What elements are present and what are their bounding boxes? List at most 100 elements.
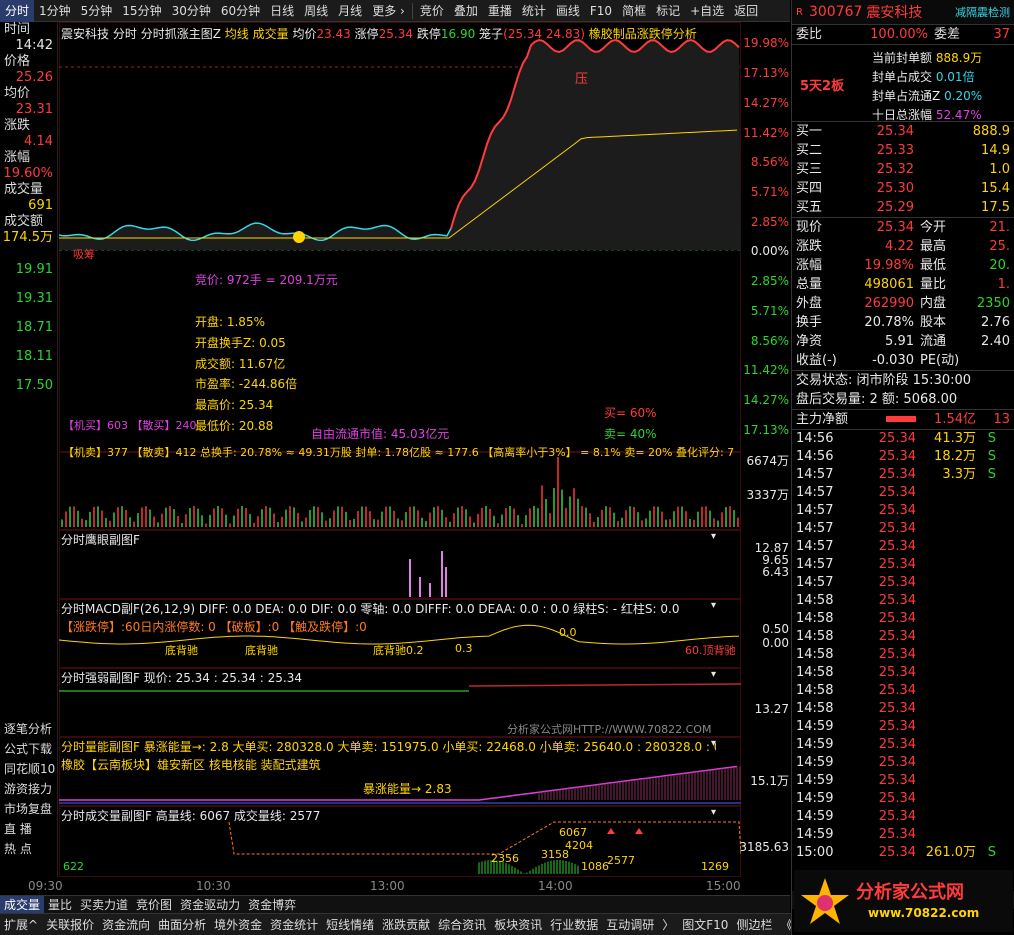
bid-row[interactable]: 买二 25.33 14.9 [792, 141, 1014, 160]
interactive-research[interactable]: 互动调研 [602, 916, 658, 933]
volume-bar [365, 506, 367, 527]
tick-price: 25.34 [878, 845, 916, 860]
surface-analysis[interactable]: 曲面分析 [154, 916, 210, 933]
volume-bar [277, 522, 279, 527]
side-tick-analysis[interactable]: 逐笔分析 [0, 719, 58, 739]
quote-label: 收益(-) [796, 353, 837, 368]
quote-value: 19.98% [864, 258, 914, 273]
bid-row[interactable]: 买三 25.32 1.0 [792, 160, 1014, 179]
side-formula-download[interactable]: 公式下载 [0, 739, 58, 759]
bid-row[interactable]: 买四 25.30 15.4 [792, 179, 1014, 198]
tick-row: 14:58 25.34 [792, 646, 1014, 664]
short-sentiment[interactable]: 短线情绪 [322, 916, 378, 933]
mark-button[interactable]: 标记 [651, 0, 685, 22]
tab-15min[interactable]: 15分钟 [117, 0, 166, 22]
volume-bar [429, 512, 431, 527]
vol2-collapse-icon[interactable]: ▾ [711, 807, 716, 818]
side-ths10[interactable]: 同花顺10 [0, 759, 58, 779]
strong-collapse-icon[interactable]: ▾ [711, 669, 716, 680]
energy-sectors: 橡胶【云南板块】雄安新区 核电核能 装配式建筑 [61, 758, 321, 772]
tab-volume[interactable]: 成交量 [0, 896, 45, 913]
vol2-note-1: 622 [63, 860, 84, 873]
side-hot-money[interactable]: 游资接力 [0, 779, 58, 799]
fund-stats[interactable]: 资金统计 [266, 916, 322, 933]
eagle-collapse-icon[interactable]: ▾ [711, 531, 716, 542]
volume-bar [445, 517, 447, 527]
tick-side [976, 520, 996, 538]
tick-time: 14:57 [796, 575, 834, 590]
tab-1min[interactable]: 1分钟 [34, 0, 76, 22]
volume-bar [73, 506, 75, 527]
tab-monthly[interactable]: 月线 [333, 0, 367, 22]
seal-row-2: 封单占成交 0.01倍 [872, 70, 975, 84]
tab-fund-drive[interactable]: 资金驱动力 [176, 896, 244, 913]
volume-bar [113, 512, 115, 527]
bid-row[interactable]: 买五 25.29 17.5 [792, 198, 1014, 217]
tab-vol-ratio[interactable]: 量比 [44, 896, 76, 913]
header-chart-name: 分时 [112, 27, 137, 41]
vol2-note-8: 1086 [581, 860, 609, 873]
sector-news[interactable]: 板块资讯 [490, 916, 546, 933]
general-news[interactable]: 综合资讯 [434, 916, 490, 933]
tick-price: 25.34 [878, 791, 916, 806]
divider [411, 2, 413, 19]
logo-icon [801, 878, 849, 924]
axis-tick: 5.71% [750, 185, 789, 199]
replay-button[interactable]: 重播 [483, 0, 517, 22]
tab-weekly[interactable]: 周线 [299, 0, 333, 22]
tick-time: 14:59 [796, 827, 834, 842]
volume-bar [329, 518, 331, 527]
after-hours: 盘后交易量: 2 额: 5068.00 [796, 392, 958, 407]
fund-flow[interactable]: 资金流向 [98, 916, 154, 933]
volume-bar [405, 512, 407, 527]
side-market-review[interactable]: 市场复盘 [0, 799, 58, 819]
overlay-button[interactable]: 叠加 [449, 0, 483, 22]
bid-label: 买四 [796, 181, 823, 196]
related-quote[interactable]: 关联报价 [42, 916, 98, 933]
energy-collapse-icon[interactable]: ▾ [711, 738, 716, 749]
macd-collapse-icon[interactable]: ▾ [711, 600, 716, 611]
bid-button[interactable]: 竞价 [415, 0, 449, 22]
tick-price: 25.34 [878, 557, 916, 572]
quote-row: 换手 20.78% 股本 2.76 [792, 313, 1014, 332]
simple-frame-button[interactable]: 简框 [617, 0, 651, 22]
tab-5min[interactable]: 5分钟 [76, 0, 118, 22]
industry-data[interactable]: 行业数据 [546, 916, 602, 933]
volume-bar [513, 508, 515, 527]
more-menu[interactable]: 更多 › [367, 0, 410, 22]
tab-auction[interactable]: 竞价图 [132, 896, 176, 913]
tick-price: 25.34 [878, 521, 916, 536]
volume-bar [725, 507, 727, 527]
tab-daily[interactable]: 日线 [265, 0, 299, 22]
foreign-fund[interactable]: 境外资金 [210, 916, 266, 933]
tab-30min[interactable]: 30分钟 [167, 0, 216, 22]
tab-fund-game[interactable]: 资金博弈 [244, 896, 300, 913]
stock-concept-tag[interactable]: 减隔震检测 [955, 4, 1010, 20]
scroll-right-button[interactable]: 〉 [658, 916, 678, 933]
axis-price-4: 18.11 [15, 349, 53, 364]
tab-buy-sell[interactable]: 买卖力道 [76, 896, 132, 913]
tick-side [976, 628, 996, 646]
sidebar-toggle[interactable]: 侧边栏 [732, 916, 776, 933]
back-button[interactable]: 返回 [729, 0, 763, 22]
axis-tick: 3337万 [746, 488, 789, 502]
volume-bar [605, 506, 607, 527]
side-live[interactable]: 直 播 [0, 819, 58, 839]
tab-intraday[interactable]: 分时 [0, 0, 35, 22]
draw-button[interactable]: 画线 [551, 0, 585, 22]
f10-graphic[interactable]: 图文F10 [678, 916, 732, 933]
side-hotspot[interactable]: 热 点 [0, 839, 58, 859]
stats-button[interactable]: 统计 [517, 0, 551, 22]
tab-60min[interactable]: 60分钟 [216, 0, 265, 22]
net-flow-label: 主力净额 [796, 412, 849, 427]
expand-button[interactable]: 扩展^ [0, 916, 42, 933]
time-tick-1500: 15:00 [706, 879, 741, 893]
tick-side [976, 700, 996, 718]
volume-bar [301, 521, 303, 527]
rise-fall-contrib[interactable]: 涨跌贡献 [378, 916, 434, 933]
add-watchlist-button[interactable]: +自选 [685, 0, 729, 22]
volume-bar [257, 516, 259, 527]
tick-volume [916, 790, 976, 808]
f10-button[interactable]: F10 [585, 0, 617, 22]
intraday-chart-area[interactable]: 震安科技 分时 分时抓涨主图Z 均线 成交量 均价23.43 涨停25.34 跌… [59, 22, 741, 877]
